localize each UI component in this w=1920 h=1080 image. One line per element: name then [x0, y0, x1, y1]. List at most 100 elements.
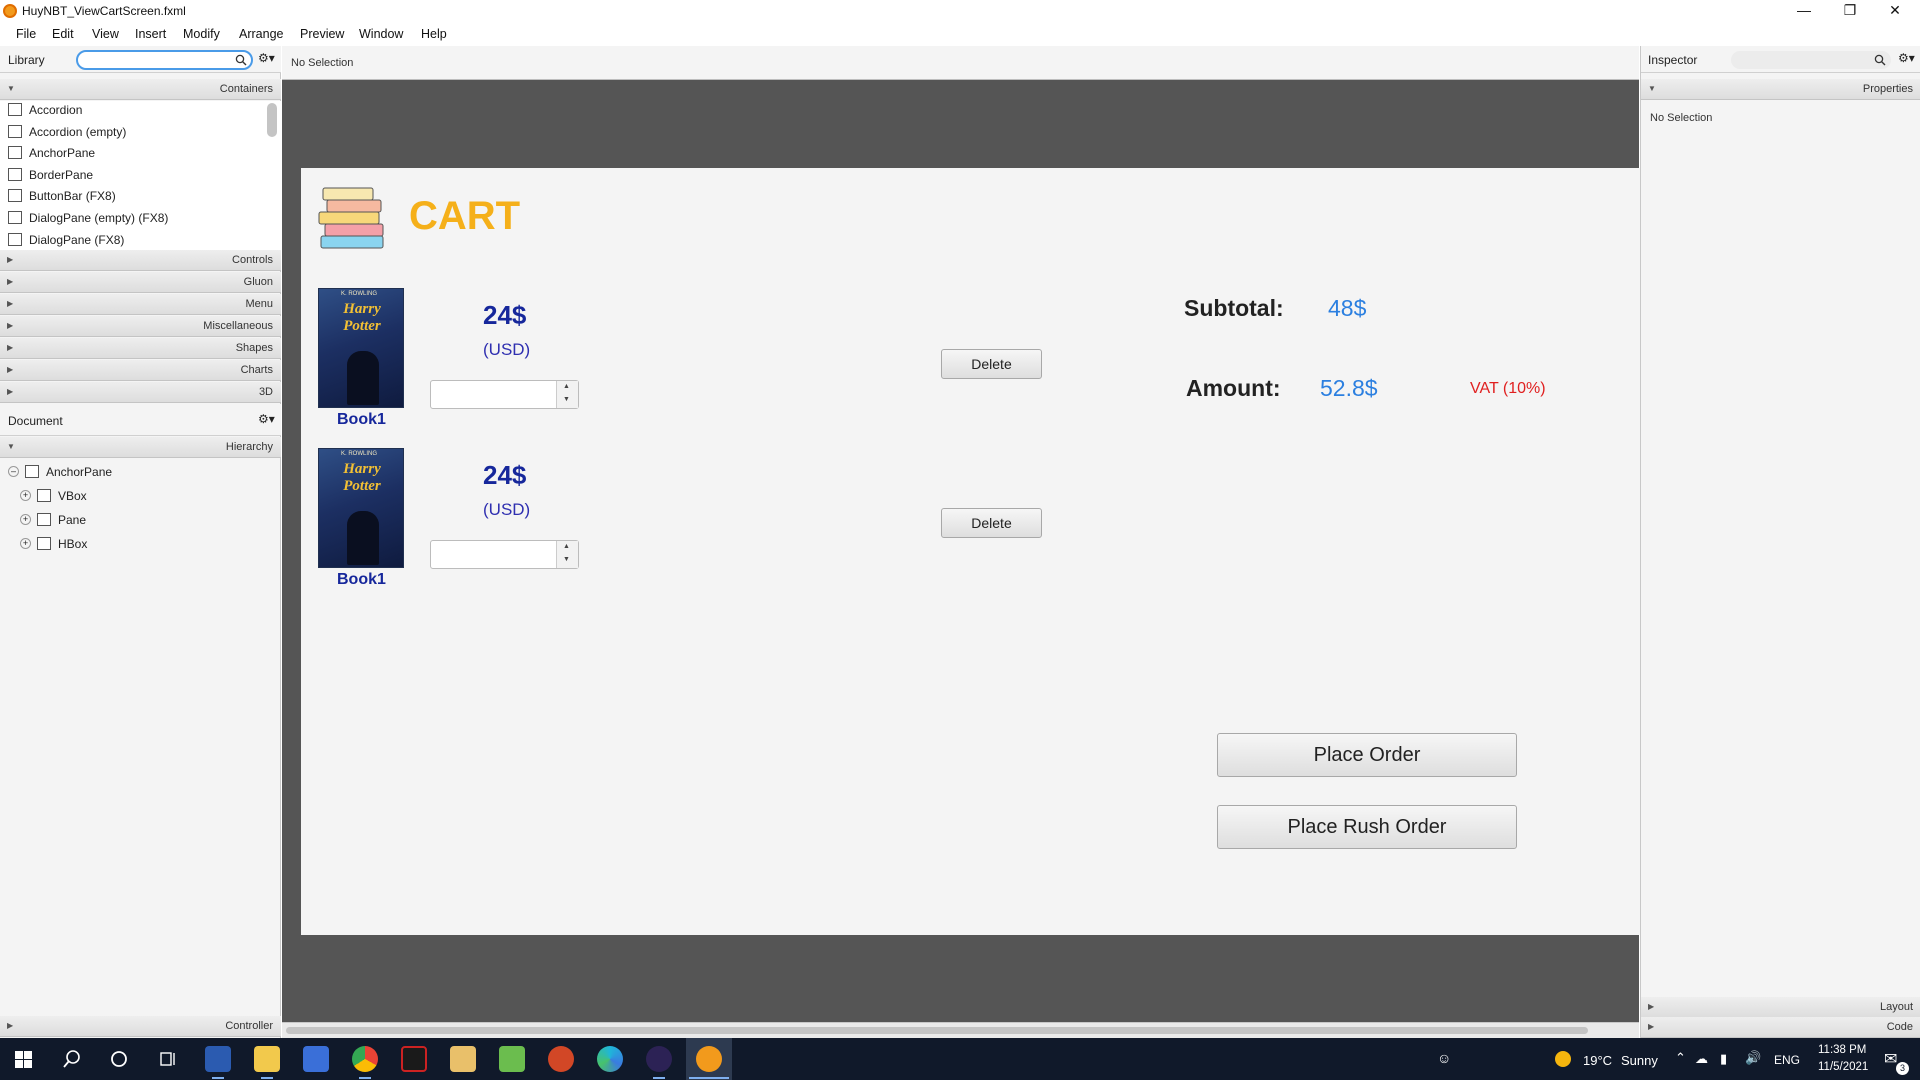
menu-help[interactable]: Help	[421, 27, 447, 41]
speaker-icon[interactable]: 🔊	[1745, 1050, 1761, 1066]
weather-temp[interactable]: 19°C	[1583, 1053, 1612, 1068]
inspector-settings-icon[interactable]: ⚙▾	[1898, 51, 1915, 65]
menu-view[interactable]: View	[92, 27, 119, 41]
battery-icon[interactable]: ▮	[1720, 1051, 1727, 1067]
section-miscellaneous[interactable]: ▶ Miscellaneous	[0, 316, 281, 337]
collapse-node-icon[interactable]: –	[8, 466, 19, 478]
library-title: Library	[8, 53, 45, 67]
people-icon[interactable]: ☺	[1437, 1050, 1451, 1066]
search-icon	[1874, 54, 1886, 66]
menu-insert[interactable]: Insert	[135, 27, 166, 41]
list-scrollbar[interactable]	[267, 103, 277, 137]
section-containers[interactable]: ▼ Containers	[0, 79, 281, 100]
notes-app-icon[interactable]	[450, 1046, 476, 1072]
menu-edit[interactable]: Edit	[52, 27, 74, 41]
delete-button[interactable]: Delete	[941, 349, 1042, 379]
selection-text: No Selection	[291, 57, 354, 69]
garena-app-icon[interactable]	[401, 1046, 427, 1072]
tree-node-anchorpane[interactable]: – AnchorPane	[8, 464, 112, 485]
menu-arrange[interactable]: Arrange	[239, 27, 283, 41]
tree-node-label: AnchorPane	[46, 464, 113, 479]
language-indicator[interactable]: ENG	[1774, 1053, 1800, 1067]
task-view-icon[interactable]	[158, 1050, 178, 1068]
stepper-arrows: ▲ ▼	[556, 541, 578, 568]
increment-icon[interactable]: ▲	[563, 543, 570, 550]
increment-icon[interactable]: ▲	[563, 383, 570, 390]
menu-window[interactable]: Window	[359, 27, 403, 41]
section-gluon[interactable]: ▶ Gluon	[0, 272, 281, 293]
section-menu[interactable]: ▶ Menu	[0, 294, 281, 315]
expand-node-icon[interactable]: +	[20, 538, 31, 550]
restore-button[interactable]: ❐	[1827, 0, 1873, 22]
list-item[interactable]: Accordion	[8, 102, 82, 123]
section-hierarchy[interactable]: ▼ Hierarchy	[0, 437, 281, 458]
chrome-app-icon[interactable]	[352, 1046, 378, 1072]
book-cover-image: K. ROWLING Harry Potter	[318, 448, 404, 568]
decrement-icon[interactable]: ▼	[563, 556, 570, 563]
book-price: 24$	[483, 460, 527, 490]
tree-node-hbox[interactable]: + HBox	[20, 536, 87, 557]
menu-file[interactable]: File	[16, 27, 36, 41]
horizontal-scrollbar[interactable]	[282, 1022, 1639, 1038]
vat-label: VAT (10%)	[1470, 380, 1546, 397]
windows-start-icon[interactable]	[15, 1051, 32, 1068]
scenebuilder-app-icon	[3, 4, 17, 18]
pane-icon	[37, 513, 51, 527]
clock-date[interactable]: 11/5/2021	[1818, 1061, 1868, 1073]
chevron-up-icon[interactable]: ⌃	[1675, 1050, 1686, 1066]
quantity-stepper[interactable]: ▲ ▼	[430, 380, 579, 409]
search-icon[interactable]	[63, 1050, 81, 1068]
list-item[interactable]: Accordion (empty)	[8, 124, 126, 145]
store-app-icon[interactable]	[303, 1046, 329, 1072]
eclipse-app-icon[interactable]	[646, 1046, 672, 1072]
document-settings-icon[interactable]: ⚙▾	[258, 412, 275, 426]
quantity-stepper[interactable]: ▲ ▼	[430, 540, 579, 569]
powerpoint-app-icon[interactable]	[548, 1046, 574, 1072]
neo4j-app-icon[interactable]	[499, 1046, 525, 1072]
cart-title: CART	[409, 194, 521, 238]
section-label: Miscellaneous	[203, 320, 273, 332]
list-item[interactable]: AnchorPane	[8, 145, 95, 166]
place-order-button[interactable]: Place Order	[1217, 733, 1517, 777]
menu-preview[interactable]: Preview	[300, 27, 344, 41]
list-item[interactable]: BorderPane	[8, 167, 93, 188]
book-cover-image: K. ROWLING Harry Potter	[318, 288, 404, 408]
section-charts[interactable]: ▶ Charts	[0, 360, 281, 381]
clock-time[interactable]: 11:38 PM	[1818, 1044, 1866, 1056]
decrement-icon[interactable]: ▼	[563, 396, 570, 403]
section-label: Charts	[240, 364, 273, 376]
list-item[interactable]: DialogPane (empty) (FX8)	[8, 210, 168, 231]
file-explorer-icon[interactable]	[254, 1046, 280, 1072]
close-button[interactable]: ✕	[1872, 0, 1918, 22]
edge-app-icon[interactable]	[597, 1046, 623, 1072]
cortana-icon[interactable]	[110, 1050, 128, 1068]
scrollbar-thumb[interactable]	[286, 1027, 1588, 1034]
word-app-icon[interactable]	[205, 1046, 231, 1072]
onedrive-icon[interactable]: ☁	[1695, 1051, 1708, 1067]
section-properties[interactable]: ▼ Properties	[1641, 79, 1920, 100]
section-3d[interactable]: ▶ 3D	[0, 382, 281, 403]
section-shapes[interactable]: ▶ Shapes	[0, 338, 281, 359]
accordion-icon	[8, 125, 22, 139]
minimize-button[interactable]: —	[1781, 0, 1827, 22]
section-controller[interactable]: ▶ Controller	[0, 1016, 281, 1037]
running-indicator	[653, 1077, 665, 1079]
expand-node-icon[interactable]: +	[20, 514, 31, 526]
expand-node-icon[interactable]: +	[20, 490, 31, 502]
section-code[interactable]: ▶ Code	[1641, 1017, 1920, 1038]
tree-node-pane[interactable]: + Pane	[20, 512, 86, 533]
section-label: Controls	[232, 254, 273, 266]
scenebuilder-app-icon[interactable]	[696, 1046, 722, 1072]
delete-button[interactable]: Delete	[941, 508, 1042, 538]
section-controls[interactable]: ▶ Controls	[0, 250, 281, 271]
tree-node-vbox[interactable]: + VBox	[20, 488, 87, 509]
library-search-input[interactable]	[76, 50, 253, 70]
inspector-search-input[interactable]	[1731, 51, 1891, 69]
library-settings-icon[interactable]: ⚙▾	[258, 51, 275, 65]
menu-modify[interactable]: Modify	[183, 27, 220, 41]
place-rush-order-button[interactable]: Place Rush Order	[1217, 805, 1517, 849]
list-item[interactable]: ButtonBar (FX8)	[8, 188, 116, 209]
weather-desc[interactable]: Sunny	[1621, 1053, 1658, 1068]
sun-weather-icon[interactable]	[1555, 1051, 1571, 1067]
section-layout[interactable]: ▶ Layout	[1641, 997, 1920, 1018]
